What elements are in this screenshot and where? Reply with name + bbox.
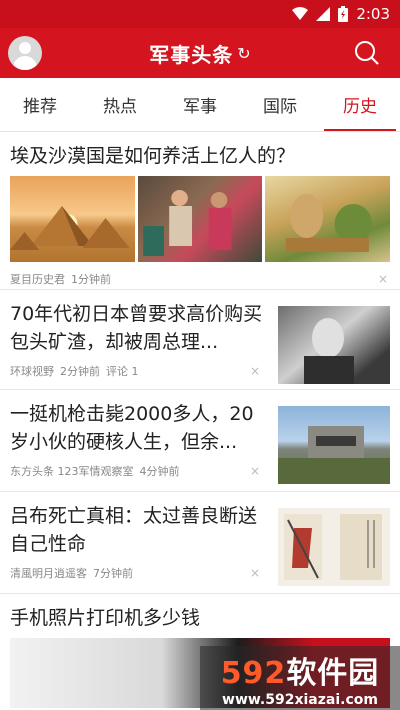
refresh-icon[interactable]: ↻ (237, 44, 250, 63)
news-meta: 清風明月逍遥客 7分钟前 × (10, 558, 268, 588)
news-title[interactable]: 手机照片打印机多少钱 (10, 604, 390, 632)
news-card[interactable]: 70年代初日本曾要求高价购买包头矿渣，却被周总理... 环球视野 2分钟前 评论… (0, 290, 400, 390)
app-bar: 军事头条 ↻ (0, 28, 400, 78)
dismiss-icon[interactable]: × (250, 566, 260, 580)
news-source: 夏目历史君 (10, 273, 65, 286)
category-tabs: 推荐 热点 军事 国际 历史 (0, 78, 400, 132)
news-meta: 环球视野 2分钟前 评论 1 × (10, 356, 268, 386)
news-comments: 评论 1 (106, 365, 139, 378)
tab-military[interactable]: 军事 (160, 78, 240, 131)
illustration-image (278, 508, 390, 586)
battery-icon (338, 6, 349, 22)
tab-hot[interactable]: 热点 (80, 78, 160, 131)
watermark-url: www.592xiazai.com (222, 692, 378, 708)
tab-international[interactable]: 国际 (240, 78, 320, 131)
news-time: 2分钟前 (60, 365, 100, 378)
news-meta: 东方头条 123军情观察室 4分钟前 × (10, 456, 268, 486)
dismiss-icon[interactable]: × (378, 272, 388, 286)
wifi-icon (292, 7, 309, 21)
news-source: 东方头条 123军情观察室 (10, 465, 134, 478)
app-title: 军事头条 (149, 42, 234, 67)
news-title[interactable]: 一挺机枪击毙2000多人，20岁小伙的硬核人生，但余... (10, 400, 268, 456)
news-time: 1分钟前 (71, 273, 111, 286)
news-title[interactable]: 70年代初日本曾要求高价购买包头矿渣，却被周总理... (10, 300, 268, 356)
tab-recommend[interactable]: 推荐 (0, 78, 80, 131)
status-time: 2:03 (356, 5, 390, 23)
watermark-number: 592 (220, 656, 287, 691)
bunker-image (278, 406, 390, 484)
news-card[interactable]: 吕布死亡真相：太过善良断送自己性命 清風明月逍遥客 7分钟前 × (0, 492, 400, 594)
painting-image (265, 176, 391, 262)
news-time: 4分钟前 (139, 465, 180, 478)
news-card[interactable]: 一挺机枪击毙2000多人，20岁小伙的硬核人生，但余... 东方头条 123军情… (0, 390, 400, 492)
news-card[interactable]: 埃及沙漠国是如何养活上亿人的？ 夏目历史君 1分钟前 × (0, 132, 400, 290)
news-source: 环球视野 (10, 365, 54, 378)
pyramids-image (10, 176, 135, 262)
news-source: 清風明月逍遥客 (10, 567, 87, 580)
signal-icon (316, 7, 331, 21)
search-icon[interactable] (354, 40, 380, 66)
dismiss-icon[interactable]: × (250, 364, 260, 378)
watermark: 592软件园 www.592xiazai.com (200, 646, 400, 710)
dismiss-icon[interactable]: × (250, 464, 260, 478)
status-bar: 2:03 (0, 0, 400, 28)
news-title[interactable]: 吕布死亡真相：太过善良断送自己性命 (10, 502, 268, 558)
market-people-image (137, 176, 263, 262)
avatar[interactable] (8, 36, 42, 70)
news-feed: 埃及沙漠国是如何养活上亿人的？ 夏目历史君 1分钟前 × 70年代初日本曾要求高… (0, 132, 400, 710)
news-time: 7分钟前 (93, 567, 133, 580)
news-image-row (10, 176, 391, 262)
watermark-text: 软件园 (286, 656, 380, 691)
tab-history[interactable]: 历史 (320, 78, 400, 131)
portrait-image (278, 306, 390, 384)
news-title[interactable]: 埃及沙漠国是如何养活上亿人的？ (10, 142, 390, 170)
